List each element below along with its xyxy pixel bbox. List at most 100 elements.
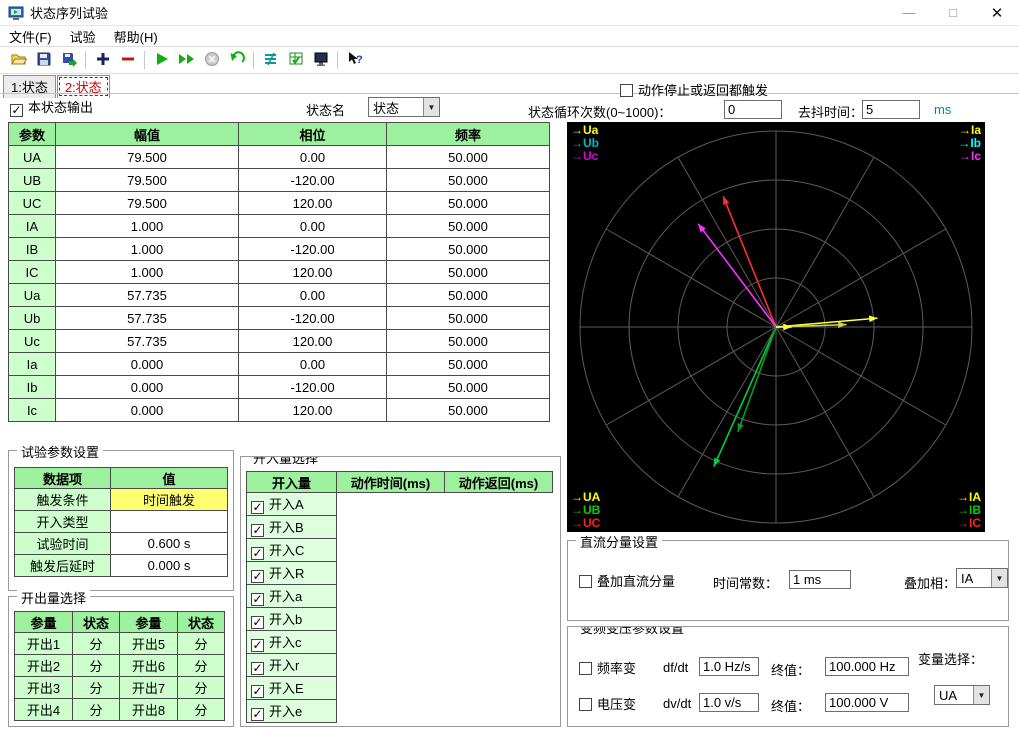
table-cell[interactable]: 开出7 — [119, 676, 178, 699]
table-cell[interactable]: 50.000 — [386, 145, 550, 169]
table-cell[interactable]: Ub — [8, 306, 56, 330]
row-checkbox[interactable] — [251, 524, 264, 537]
table-cell[interactable]: 50.000 — [386, 352, 550, 376]
table-cell[interactable]: 0.00 — [238, 283, 387, 307]
trigger-on-stop-checkbox[interactable] — [620, 84, 633, 97]
waveform-settings-button[interactable] — [258, 48, 283, 72]
table-cell[interactable]: -120.00 — [238, 375, 387, 399]
tab-state-2[interactable]: 2:状态 — [56, 75, 110, 98]
table-cell[interactable]: 分 — [177, 654, 225, 677]
row-checkbox[interactable] — [251, 708, 264, 721]
trigger-on-stop-checkbox-row[interactable]: 动作停止或返回都触发 — [620, 80, 768, 99]
table-cell[interactable]: 120.00 — [238, 398, 387, 422]
table-cell[interactable]: -120.00 — [238, 237, 387, 261]
table-cell[interactable]: 1.000 — [55, 237, 239, 261]
table-cell[interactable]: 分 — [72, 654, 120, 677]
table-cell[interactable]: 50.000 — [386, 168, 550, 192]
table-cell[interactable]: Ib — [8, 375, 56, 399]
table-cell[interactable]: UA — [8, 145, 56, 169]
table-cell[interactable]: 开出3 — [14, 676, 73, 699]
save-button[interactable] — [31, 48, 56, 72]
tab-state-1[interactable]: 1:状态 — [3, 75, 56, 98]
variable-select-combo[interactable]: UA ▼ — [934, 685, 990, 705]
table-cell[interactable]: 分 — [72, 632, 120, 655]
table-cell[interactable]: 50.000 — [386, 375, 550, 399]
table-cell[interactable]: 触发后延时 — [14, 554, 111, 577]
run-button[interactable] — [149, 48, 174, 72]
freq-change-checkbox-row[interactable]: 频率变 — [579, 658, 636, 677]
table-cell[interactable]: Ia — [8, 352, 56, 376]
table-cell[interactable]: 57.735 — [55, 306, 239, 330]
context-help-button[interactable]: ? — [342, 48, 367, 72]
table-cell[interactable]: 0.000 — [55, 375, 239, 399]
table-cell[interactable]: 0.000 — [55, 352, 239, 376]
table-cell[interactable]: 50.000 — [386, 329, 550, 353]
table-cell[interactable]: UC — [8, 191, 56, 215]
table-cell[interactable]: 开入类型 — [14, 510, 111, 533]
state-output-checkbox[interactable] — [10, 104, 23, 117]
volt-end-input[interactable] — [825, 693, 909, 712]
volt-change-checkbox-row[interactable]: 电压变 — [579, 694, 636, 713]
table-cell[interactable]: 120.00 — [238, 191, 387, 215]
table-cell[interactable]: 50.000 — [386, 306, 550, 330]
row-checkbox[interactable] — [251, 593, 264, 606]
table-cell[interactable]: 50.000 — [386, 283, 550, 307]
menu-test[interactable]: 试验 — [61, 26, 105, 46]
table-cell[interactable]: 开出2 — [14, 654, 73, 677]
table-cell[interactable]: 50.000 — [386, 260, 550, 284]
table-cell[interactable]: 120.00 — [238, 329, 387, 353]
table-cell[interactable]: 触发条件 — [14, 488, 111, 511]
table-cell[interactable]: Ic — [8, 398, 56, 422]
table-cell[interactable]: 分 — [177, 698, 225, 721]
row-checkbox[interactable] — [251, 547, 264, 560]
dc-overlay-checkbox-row[interactable]: 叠加直流分量 — [579, 571, 675, 590]
stop-button[interactable] — [199, 48, 224, 72]
table-cell[interactable]: 1.000 — [55, 214, 239, 238]
table-cell[interactable]: 50.000 — [386, 237, 550, 261]
table-cell[interactable]: Uc — [8, 329, 56, 353]
loop-count-input[interactable] — [724, 100, 782, 119]
freq-end-input[interactable] — [825, 657, 909, 676]
add-state-button[interactable] — [90, 48, 115, 72]
table-cell[interactable]: 分 — [177, 676, 225, 699]
table-cell[interactable]: UB — [8, 168, 56, 192]
remove-state-button[interactable] — [115, 48, 140, 72]
table-cell[interactable]: 开出5 — [119, 632, 178, 655]
table-cell[interactable]: 0.00 — [238, 145, 387, 169]
row-checkbox[interactable] — [251, 685, 264, 698]
table-cell[interactable]: 79.500 — [55, 145, 239, 169]
table-cell[interactable]: 50.000 — [386, 398, 550, 422]
table-cell[interactable]: 57.735 — [55, 329, 239, 353]
state-name-combo[interactable]: 状态 ▼ — [368, 97, 440, 117]
state-output-checkbox-row[interactable]: 本状态输出 — [10, 97, 93, 117]
table-cell[interactable]: 分 — [177, 632, 225, 655]
table-cell[interactable]: IB — [8, 237, 56, 261]
table-cell[interactable]: 0.00 — [238, 214, 387, 238]
table-cell[interactable]: IC — [8, 260, 56, 284]
fast-forward-button[interactable] — [174, 48, 199, 72]
time-constant-input[interactable] — [789, 570, 851, 589]
table-cell[interactable]: IA — [8, 214, 56, 238]
table-cell[interactable]: 1.000 — [55, 260, 239, 284]
monitor-button[interactable] — [308, 48, 333, 72]
maximize-button[interactable]: □ — [931, 0, 975, 25]
table-cell[interactable]: 开出8 — [119, 698, 178, 721]
table-cell[interactable]: 试验时间 — [14, 532, 111, 555]
df-dt-input[interactable] — [699, 657, 759, 676]
close-button[interactable]: ✕ — [975, 0, 1019, 25]
dc-overlay-checkbox[interactable] — [579, 575, 592, 588]
table-cell[interactable]: 时间触发 — [110, 488, 228, 511]
table-cell[interactable]: 50.000 — [386, 191, 550, 215]
table-edit-button[interactable] — [283, 48, 308, 72]
chevron-down-icon[interactable]: ▼ — [991, 569, 1007, 587]
table-cell[interactable]: 79.500 — [55, 191, 239, 215]
table-cell[interactable]: 50.000 — [386, 214, 550, 238]
chevron-down-icon[interactable]: ▼ — [423, 98, 439, 116]
row-checkbox[interactable] — [251, 570, 264, 583]
minimize-button[interactable]: — — [887, 0, 931, 25]
table-cell[interactable]: 0.00 — [238, 352, 387, 376]
table-cell[interactable]: Ua — [8, 283, 56, 307]
table-cell[interactable]: 0.000 — [55, 398, 239, 422]
table-cell[interactable]: 开出1 — [14, 632, 73, 655]
table-cell[interactable]: 57.735 — [55, 283, 239, 307]
